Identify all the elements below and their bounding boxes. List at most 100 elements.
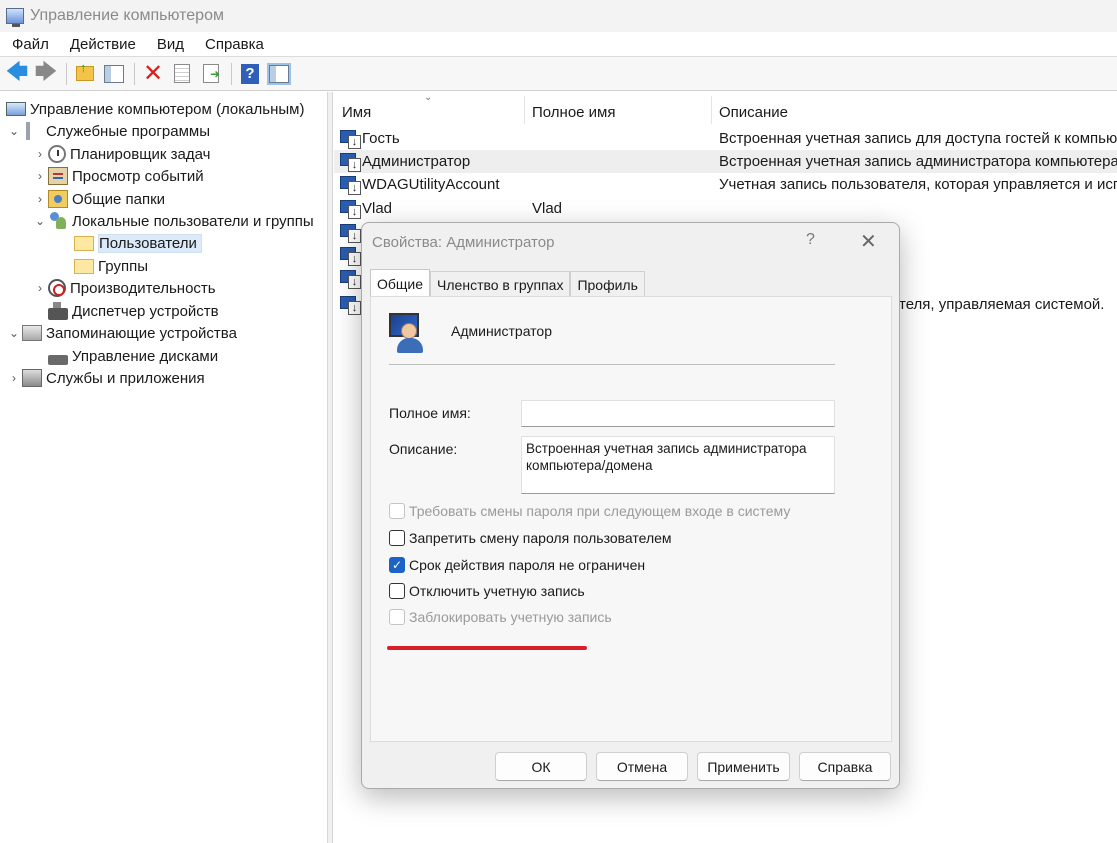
tree-local-users-groups[interactable]: ⌄ Локальные пользователи и группы [32, 210, 314, 232]
menu-file[interactable]: Файл [0, 36, 58, 53]
tree-root[interactable]: Управление компьютером (локальным) [6, 98, 304, 120]
menu-view[interactable]: Вид [145, 36, 193, 53]
properties-dialog: Свойства: Администратор ? ✕ Общие Членст… [361, 222, 900, 789]
user-name: Администратор [451, 323, 553, 339]
cell-description: теля, управляемая системой. [899, 296, 1105, 313]
checkbox-box[interactable] [389, 583, 405, 599]
user-icon [340, 129, 361, 149]
close-icon[interactable]: ✕ [860, 229, 877, 254]
tree-performance[interactable]: › Производительность [32, 277, 216, 299]
tree-system-tools[interactable]: ⌄ Служебные программы [6, 120, 210, 142]
computer-management-icon [6, 8, 24, 27]
column-header-full-name[interactable]: Полное имя [532, 104, 616, 121]
highlight-underline [387, 646, 587, 650]
divider [389, 364, 835, 365]
tree-task-scheduler[interactable]: › Планировщик задач [32, 143, 210, 165]
column-header-description[interactable]: Описание [719, 104, 788, 121]
export-list-icon[interactable] [203, 64, 220, 83]
tree-device-manager[interactable]: Диспетчер устройств [48, 300, 219, 322]
column-divider[interactable] [711, 96, 712, 124]
password-never-expires-checkbox[interactable]: ✓ Срок действия пароля не ограничен [389, 557, 645, 573]
disk-icon [48, 355, 68, 365]
tree-label: Общие папки [72, 190, 166, 208]
list-row[interactable]: WDAGUtilityAccount Учетная запись пользо… [334, 173, 1117, 196]
cell-name: Администратор [362, 153, 471, 170]
tab-general[interactable]: Общие [370, 269, 431, 297]
cell-description: Встроенная учетная запись для доступа го… [719, 130, 1117, 147]
chevron-right-icon[interactable]: › [32, 281, 48, 295]
computer-icon [6, 102, 26, 116]
delete-icon[interactable]: ✕ [142, 60, 164, 87]
toolbar-separator [66, 62, 67, 85]
column-header-name[interactable]: Имя [342, 104, 371, 121]
tree-label: Службы и приложения [46, 369, 205, 387]
user-icon [340, 152, 361, 172]
folder-icon [74, 258, 94, 274]
tree-users[interactable]: Пользователи [74, 232, 202, 254]
require-password-change-checkbox[interactable]: Требовать смены пароля при следующем вхо… [389, 503, 790, 519]
help-icon[interactable]: ? [241, 63, 259, 84]
chevron-down-icon[interactable]: ⌄ [6, 124, 22, 138]
tree-storage[interactable]: ⌄ Запоминающие устройства [6, 322, 237, 344]
tab-profile[interactable]: Профиль [570, 271, 645, 297]
ok-button[interactable]: ОК [495, 752, 587, 781]
tree-shared-folders[interactable]: › Общие папки [32, 188, 165, 210]
cell-description: Учетная запись пользователя, которая упр… [719, 176, 1117, 193]
cell-description: Встроенная учетная запись администратора… [719, 153, 1117, 170]
tree-label: Просмотр событий [72, 167, 204, 185]
description-field[interactable]: Встроенная учетная запись администратора… [521, 436, 835, 494]
checkbox-box[interactable] [389, 609, 405, 625]
event-log-icon [48, 167, 68, 185]
tree-groups[interactable]: Группы [74, 255, 148, 277]
chevron-down-icon[interactable]: ⌄ [6, 326, 22, 340]
chevron-right-icon[interactable]: › [32, 169, 48, 183]
up-folder-icon[interactable] [76, 60, 94, 81]
tree-services-apps[interactable]: › Службы и приложения [6, 367, 205, 389]
chevron-right-icon[interactable]: › [32, 192, 48, 206]
tree-label: Планировщик задач [70, 145, 211, 163]
properties-icon[interactable] [174, 64, 190, 83]
back-arrow-icon[interactable]: 🡄 [6, 59, 29, 85]
window-title: Управление компьютером [30, 7, 224, 24]
tree-disk-management[interactable]: Управление дисками [48, 345, 218, 367]
list-row[interactable]: Vlad Vlad [334, 197, 1117, 220]
chevron-right-icon[interactable]: › [32, 147, 48, 161]
checkmark-icon[interactable]: ✓ [389, 557, 405, 573]
pane-splitter[interactable] [328, 92, 333, 843]
show-action-pane-icon[interactable] [267, 62, 291, 85]
checkbox-label: Запретить смену пароля пользователем [409, 530, 672, 546]
tab-membership[interactable]: Членство в группах [430, 271, 571, 297]
checkbox-box[interactable] [389, 530, 405, 546]
services-icon [22, 369, 42, 387]
checkbox-label: Отключить учетную запись [409, 583, 585, 599]
column-divider[interactable] [524, 96, 525, 124]
menu-action[interactable]: Действие [58, 36, 145, 53]
full-name-field[interactable] [521, 400, 835, 427]
tree-label: Группы [98, 257, 148, 275]
tree-root-label: Управление компьютером (локальным) [30, 100, 305, 118]
list-row[interactable]: Гость Встроенная учетная запись для дост… [334, 127, 1117, 150]
tab-strip: Общие Членство в группах Профиль [370, 269, 645, 297]
chevron-right-icon[interactable]: › [6, 371, 22, 385]
cell-name: Vlad [362, 200, 393, 217]
help-button[interactable]: Справка [799, 752, 891, 781]
list-row[interactable]: Администратор Встроенная учетная запись … [334, 150, 1117, 173]
user-icon [340, 175, 361, 195]
apply-button[interactable]: Применить [697, 752, 790, 781]
prevent-password-change-checkbox[interactable]: Запретить смену пароля пользователем [389, 530, 672, 546]
help-question-icon[interactable]: ? [806, 231, 815, 249]
user-icon [340, 246, 361, 266]
forward-arrow-icon[interactable]: 🡆 [35, 59, 58, 85]
description-label: Описание: [389, 441, 458, 457]
console-tree: Управление компьютером (локальным) ⌄ Слу… [0, 92, 328, 843]
tree-label: Диспетчер устройств [72, 302, 219, 320]
lock-account-checkbox[interactable]: Заблокировать учетную запись [389, 609, 612, 625]
menu-help[interactable]: Справка [193, 36, 273, 53]
show-hide-tree-icon[interactable] [104, 64, 124, 83]
cancel-button[interactable]: Отмена [596, 752, 688, 781]
tree-event-viewer[interactable]: › Просмотр событий [32, 165, 204, 187]
checkbox-box[interactable] [389, 503, 405, 519]
tree-label: Локальные пользователи и группы [72, 212, 314, 230]
chevron-down-icon[interactable]: ⌄ [32, 214, 48, 228]
disable-account-checkbox[interactable]: Отключить учетную запись [389, 583, 585, 599]
